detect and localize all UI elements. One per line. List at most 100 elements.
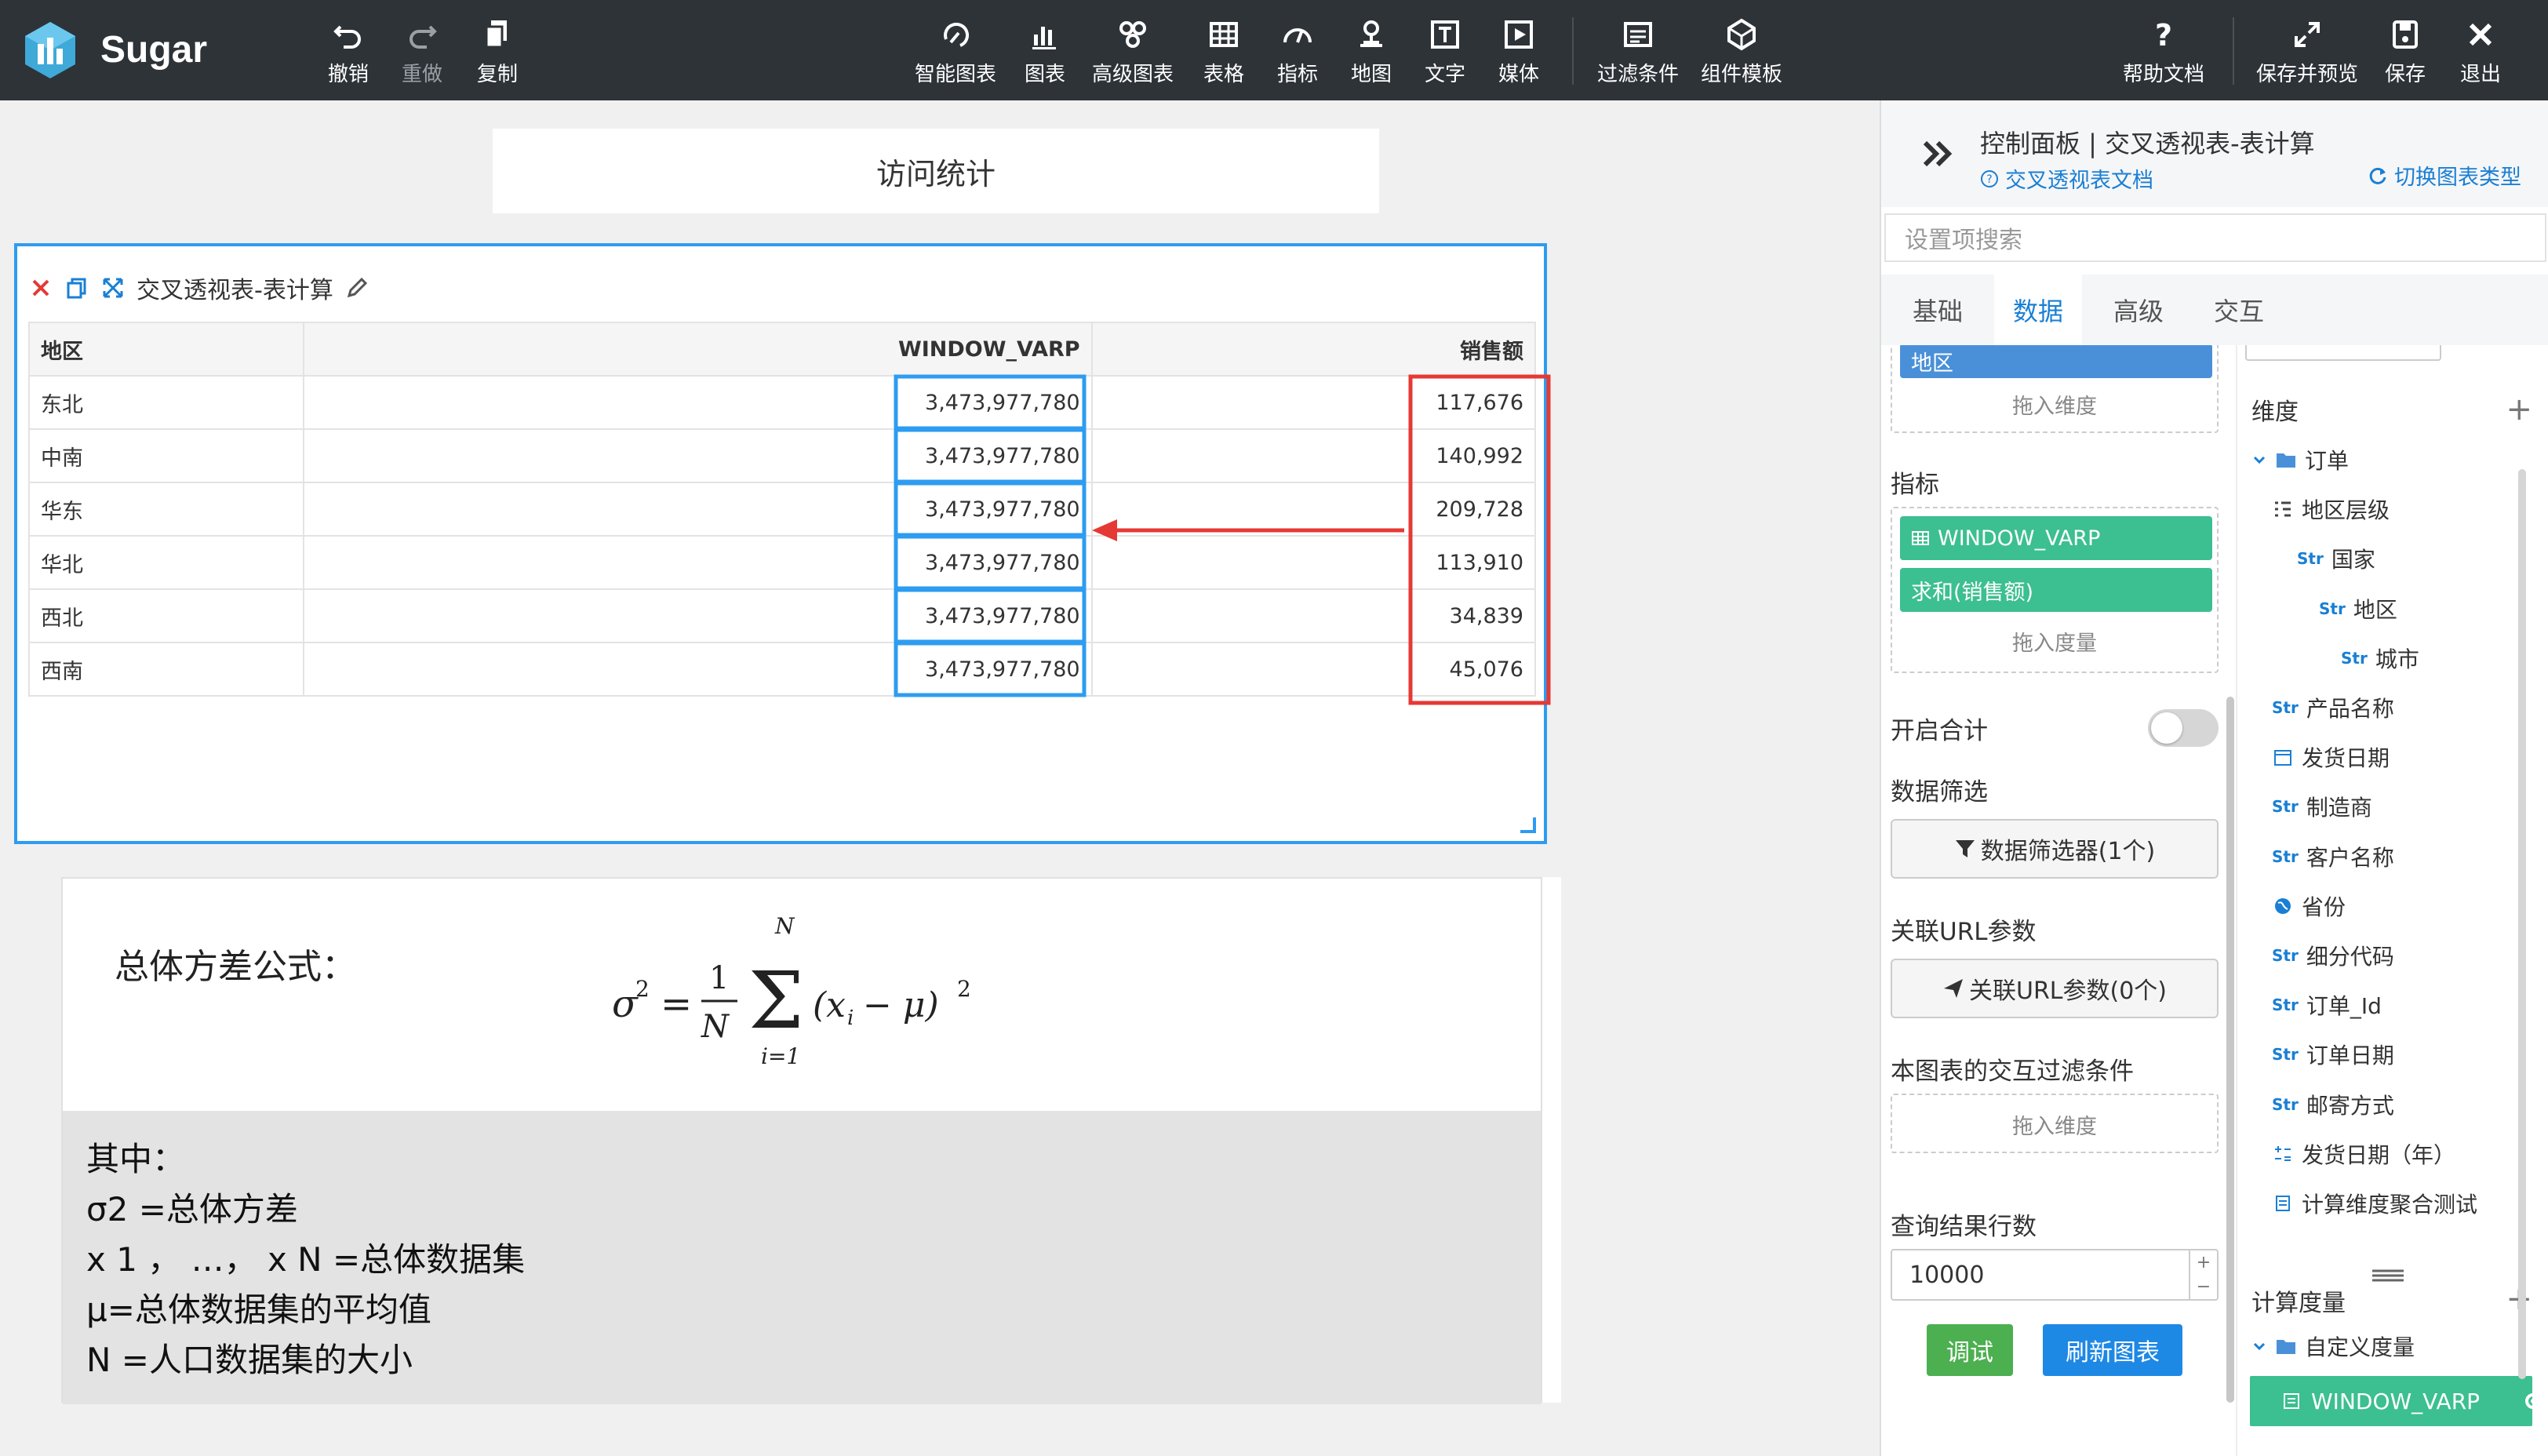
left-scrollbar[interactable] [2226,697,2234,1403]
tree-item[interactable]: 发货日期（年） [2272,1138,2455,1170]
add-dimension-icon[interactable]: + [2506,394,2532,425]
metric-pill-window-varp[interactable]: WINDOW_VARP [1900,516,2212,560]
debug-button[interactable]: 调试 [1927,1324,2013,1376]
data-filter-button[interactable]: 数据筛选器(1个) [1891,819,2219,879]
tree-item[interactable]: Str 细分代码 [2272,940,2394,971]
sales-cell[interactable]: 45,076 [1090,642,1537,697]
exit-button[interactable]: 退出 [2460,16,2501,91]
gear-icon[interactable] [2523,1391,2543,1411]
smart-chart-label: 智能图表 [915,63,997,86]
tree-item[interactable]: Str 订单日期 [2272,1039,2394,1070]
tree-item[interactable]: Str 制造商 [2272,791,2372,822]
region-cell[interactable]: 中南 [28,428,304,483]
map-button[interactable]: 地图 [1351,16,1392,91]
tree-item[interactable]: 订单 [2251,444,2349,475]
column-header-region[interactable]: 地区 [28,322,304,377]
fullscreen-icon[interactable] [100,275,126,300]
explanation-line: x 1 ， …， x N =总体数据集 [86,1240,526,1279]
sales-cell[interactable]: 209,728 [1090,482,1537,537]
tree-item[interactable]: Str 订单_Id [2272,989,2382,1021]
text-button[interactable]: 文字 [1425,16,1465,91]
switch-chart-type-link[interactable]: 切换图表类型 [2368,160,2521,191]
tree-item[interactable]: Str 城市 [2341,642,2419,674]
save-preview-button[interactable]: 保存并预览 [2256,16,2358,91]
column-header-sales[interactable]: 销售额 [1090,322,1537,377]
string-type-icon: Str [2319,599,2346,618]
pivot-table-widget[interactable]: 交叉透视表-表计算 地区 WINDOW_VARP 销售额 东北 3,473,977… [14,243,1547,844]
window-varp-cell[interactable]: 3,473,977,780 [302,535,1093,590]
tree-item[interactable]: Str 国家 [2297,543,2375,574]
tree-item[interactable]: 发货日期 [2272,741,2390,773]
tree-item[interactable]: 计算维度聚合测试 [2272,1188,2477,1219]
decrement-icon[interactable]: − [2197,1277,2211,1297]
indicator-button[interactable]: 指标 [1277,16,1318,91]
splitter-handle[interactable] [2245,1266,2535,1285]
tab-advanced[interactable]: 高级 [2095,275,2182,345]
tree-item[interactable]: Str 客户名称 [2272,841,2394,872]
page-title[interactable]: 访问统计 [493,129,1379,213]
sales-cell[interactable]: 140,992 [1090,428,1537,483]
resize-handle[interactable] [1520,817,1536,833]
calculated-measure-header: 计算度量 [2251,1290,2346,1317]
region-cell[interactable]: 西南 [28,642,304,697]
save-button[interactable]: 保存 [2385,16,2426,91]
tab-interaction[interactable]: 交互 [2195,275,2283,345]
smart-chart-button[interactable]: 智能图表 [915,16,996,91]
interaction-drop-zone[interactable]: 拖入维度 [1891,1094,2219,1153]
column-header-window-varp[interactable]: WINDOW_VARP [302,322,1093,377]
dimension-pill-region[interactable]: 地区 [1900,345,2212,378]
window-varp-cell[interactable]: 3,473,977,780 [302,375,1093,430]
region-cell[interactable]: 华北 [28,535,304,590]
help-button[interactable]: ? 帮助文档 [2123,16,2204,91]
dimension-drop-zone[interactable]: 地区 拖入维度 [1891,345,2219,433]
query-rows-stepper[interactable]: + − [2189,1250,2217,1299]
edit-pencil-icon[interactable] [344,275,369,300]
pivot-doc-link[interactable]: ? 交叉透视表文档 [1980,163,2153,194]
measure-item-window-varp[interactable]: WINDOW_VARP [2250,1376,2541,1426]
redo-button[interactable]: 重做 [402,16,442,91]
duplicate-icon[interactable] [64,275,89,300]
region-cell[interactable]: 西北 [28,588,304,643]
undo-button[interactable]: 撤销 [328,16,369,91]
tree-item[interactable]: 省份 [2272,890,2346,922]
collapse-panel-icon[interactable] [1917,132,1961,176]
component-template-label: 组件模板 [1701,63,1783,86]
measure-folder-custom[interactable]: 自定义度量 [2251,1330,2415,1362]
advanced-chart-button[interactable]: 高级图表 [1092,16,1174,91]
window-varp-cell[interactable]: 3,473,977,780 [302,642,1093,697]
component-template-button[interactable]: 组件模板 [1701,16,1782,91]
increment-icon[interactable]: + [2197,1253,2211,1272]
tree-item[interactable]: 地区层级 [2272,493,2390,525]
tree-item[interactable]: Str 邮寄方式 [2272,1089,2394,1120]
field-search-input[interactable] [2245,345,2441,361]
filter-condition-button[interactable]: 过滤条件 [1597,16,1679,91]
tab-data[interactable]: 数据 [1994,275,2083,345]
right-scrollbar[interactable] [2518,469,2526,1379]
sales-cell[interactable]: 113,910 [1090,535,1537,590]
tree-item[interactable]: Str 产品名称 [2272,692,2394,723]
window-varp-cell[interactable]: 3,473,977,780 [302,588,1093,643]
delete-icon[interactable] [28,275,53,300]
url-param-label: 关联URL参数 [1891,918,2037,946]
media-label: 媒体 [1498,63,1540,86]
window-varp-cell[interactable]: 3,473,977,780 [302,428,1093,483]
region-cell[interactable]: 东北 [28,375,304,430]
url-param-button[interactable]: 关联URL参数(0个) [1891,959,2219,1018]
metric-pill-sum-sales[interactable]: 求和(销售额) [1900,568,2212,612]
total-toggle[interactable] [2148,709,2219,747]
sales-cell[interactable]: 117,676 [1090,375,1537,430]
settings-search-input[interactable]: 设置项搜索 [1884,213,2546,262]
tree-item[interactable]: Str 地区 [2319,593,2397,624]
table-button[interactable]: 表格 [1203,16,1244,91]
refresh-chart-button[interactable]: 刷新图表 [2043,1324,2182,1376]
chart-button[interactable]: 图表 [1025,16,1065,91]
sales-cell[interactable]: 34,839 [1090,588,1537,643]
copy-button[interactable]: 复制 [477,16,518,91]
tab-basic[interactable]: 基础 [1894,275,1982,345]
svg-text:Σ: Σ [748,955,804,1046]
media-button[interactable]: 媒体 [1498,16,1539,91]
region-cell[interactable]: 华东 [28,482,304,537]
window-varp-cell[interactable]: 3,473,977,780 [302,482,1093,537]
query-rows-input[interactable]: 10000 + − [1891,1249,2219,1301]
measure-drop-zone[interactable]: WINDOW_VARP 求和(销售额) 拖入度量 [1891,507,2219,673]
